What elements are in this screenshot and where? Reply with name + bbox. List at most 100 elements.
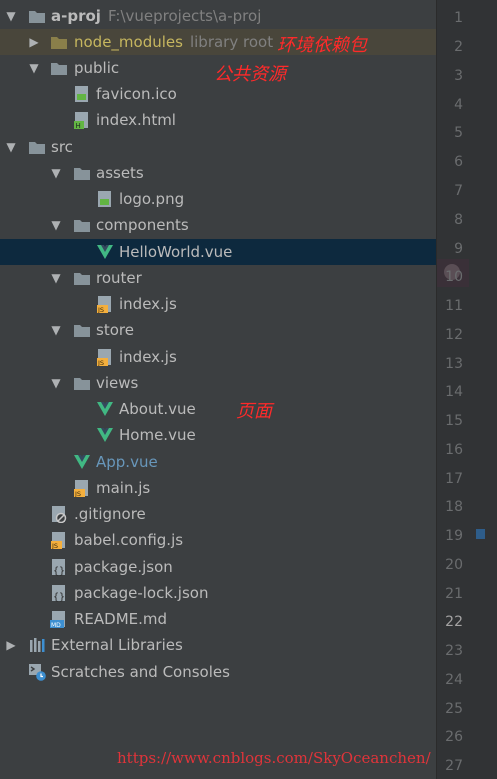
tree-row-assets[interactable]: ▼ assets <box>0 160 436 186</box>
tree-row-node-modules[interactable]: ▶ node_modules library root <box>0 29 436 55</box>
tree-row-gitignore[interactable]: .gitignore <box>0 501 436 527</box>
line-number: 7 <box>454 183 463 199</box>
line-number-current: 22 <box>445 614 463 630</box>
library-root-tag: library root <box>189 33 274 51</box>
project-name: a-proj <box>51 7 101 25</box>
line-number: 9 <box>454 241 463 257</box>
tree-label: favicon.ico <box>96 85 177 103</box>
line-number: 13 <box>445 356 463 372</box>
folder-icon <box>28 138 46 156</box>
tree-row-src[interactable]: ▼ src <box>0 134 436 160</box>
tree-label: .gitignore <box>74 505 146 523</box>
vue-file-icon <box>96 243 114 261</box>
tree-label: main.js <box>96 479 151 497</box>
tree-row-package-lock[interactable]: {} package-lock.json <box>0 580 436 606</box>
tree-row-main-js[interactable]: JS main.js <box>0 475 436 501</box>
tree-label: router <box>96 269 142 287</box>
tree-label: public <box>74 59 120 77</box>
tree-row-readme[interactable]: MD README.md <box>0 606 436 632</box>
tree-row-app[interactable]: App.vue <box>0 449 436 475</box>
vue-file-icon <box>73 453 91 471</box>
tree-row-scratches[interactable]: Scratches and Consoles <box>0 659 436 685</box>
watermark: https://www.cnblogs.com/SkyOceanchen/ <box>117 749 431 767</box>
tree-row-root[interactable]: ▼ a-proj F:\vueprojects\a-proj <box>0 3 436 29</box>
line-number: 15 <box>445 413 463 429</box>
expand-arrow-icon[interactable]: ▼ <box>50 270 62 286</box>
expand-arrow-icon[interactable]: ▼ <box>5 8 17 24</box>
js-file-icon: JS <box>50 531 68 550</box>
tree-label: index.js <box>119 295 177 313</box>
line-number: 20 <box>445 557 463 573</box>
tree-label: package-lock.json <box>74 584 209 602</box>
svg-text:{}: {} <box>53 592 65 602</box>
expand-arrow-icon[interactable]: ▼ <box>50 322 62 338</box>
project-path: F:\vueprojects\a-proj <box>107 7 262 25</box>
tree-row-external-libraries[interactable]: ▶ External Libraries <box>0 632 436 658</box>
tree-row-router-index[interactable]: JS index.js <box>0 291 436 317</box>
tree-label: store <box>96 321 134 339</box>
tree-label: views <box>96 374 139 392</box>
svg-text:JS: JS <box>74 490 81 497</box>
annotation-dependencies: 环境依赖包 <box>277 35 367 56</box>
annotation-public-resources: 公共资源 <box>214 64 286 85</box>
tree-row-logo[interactable]: logo.png <box>0 186 436 212</box>
line-number: 14 <box>445 384 463 400</box>
line-number: 16 <box>445 442 463 458</box>
tree-row-store[interactable]: ▼ store <box>0 317 436 343</box>
markdown-file-icon: MD <box>50 610 68 629</box>
folder-icon <box>73 321 91 339</box>
folder-icon <box>73 374 91 392</box>
tree-row-package-json[interactable]: {} package.json <box>0 554 436 580</box>
line-number: 12 <box>445 327 463 343</box>
folder-icon <box>73 269 91 287</box>
tree-row-router[interactable]: ▼ router <box>0 265 436 291</box>
tree-label: assets <box>96 164 144 182</box>
folder-icon <box>73 216 91 234</box>
tree-row-store-index[interactable]: JS index.js <box>0 344 436 370</box>
tree-row-components[interactable]: ▼ components <box>0 212 436 238</box>
line-number: 5 <box>454 125 463 141</box>
js-file-icon: JS <box>96 348 114 367</box>
vue-file-icon <box>96 426 114 444</box>
tree-label: components <box>96 216 189 234</box>
expand-arrow-icon[interactable]: ▼ <box>28 60 40 76</box>
tree-label: About.vue <box>119 400 196 418</box>
expand-arrow-icon[interactable]: ▼ <box>50 375 62 391</box>
ignore-file-icon <box>50 505 68 524</box>
tree-label: index.html <box>96 111 176 129</box>
tree-label: Home.vue <box>119 426 196 444</box>
expand-arrow-icon[interactable]: ▼ <box>50 217 62 233</box>
svg-text:JS: JS <box>97 359 104 366</box>
tree-row-babel-config[interactable]: JS babel.config.js <box>0 527 436 553</box>
line-number: 2 <box>454 39 463 55</box>
tree-row-helloworld[interactable]: HelloWorld.vue <box>0 239 436 265</box>
collapse-arrow-icon[interactable]: ▶ <box>28 34 40 50</box>
svg-text:JS: JS <box>51 542 58 549</box>
image-file-icon <box>96 190 114 208</box>
node-modules-label: node_modules library root <box>74 29 273 55</box>
tree-label: package.json <box>74 558 173 576</box>
svg-text:{}: {} <box>53 566 65 576</box>
line-number: 4 <box>454 97 463 113</box>
tree-label: index.js <box>119 348 177 366</box>
json-file-icon: {} <box>50 584 68 603</box>
html-file-icon: H <box>73 111 91 130</box>
tree-label: App.vue <box>96 453 158 471</box>
vue-file-icon <box>96 400 114 418</box>
expand-arrow-icon[interactable]: ▼ <box>50 165 62 181</box>
tree-row-home[interactable]: Home.vue <box>0 422 436 448</box>
expand-arrow-icon[interactable]: ▼ <box>5 139 17 155</box>
library-icon <box>28 636 46 654</box>
line-number: 10 <box>445 269 463 285</box>
breakpoint-marker[interactable] <box>476 529 485 539</box>
tree-label: HelloWorld.vue <box>119 243 233 261</box>
tree-row-views[interactable]: ▼ views <box>0 370 436 396</box>
tree-row-index-html[interactable]: H index.html <box>0 107 436 133</box>
js-file-icon: JS <box>73 479 91 498</box>
line-number: 24 <box>445 672 463 688</box>
js-file-icon: JS <box>96 295 114 314</box>
tree-row-about[interactable]: About.vue <box>0 396 436 422</box>
svg-text:JS: JS <box>97 306 104 313</box>
line-number: 17 <box>445 471 463 487</box>
collapse-arrow-icon[interactable]: ▶ <box>5 637 17 653</box>
